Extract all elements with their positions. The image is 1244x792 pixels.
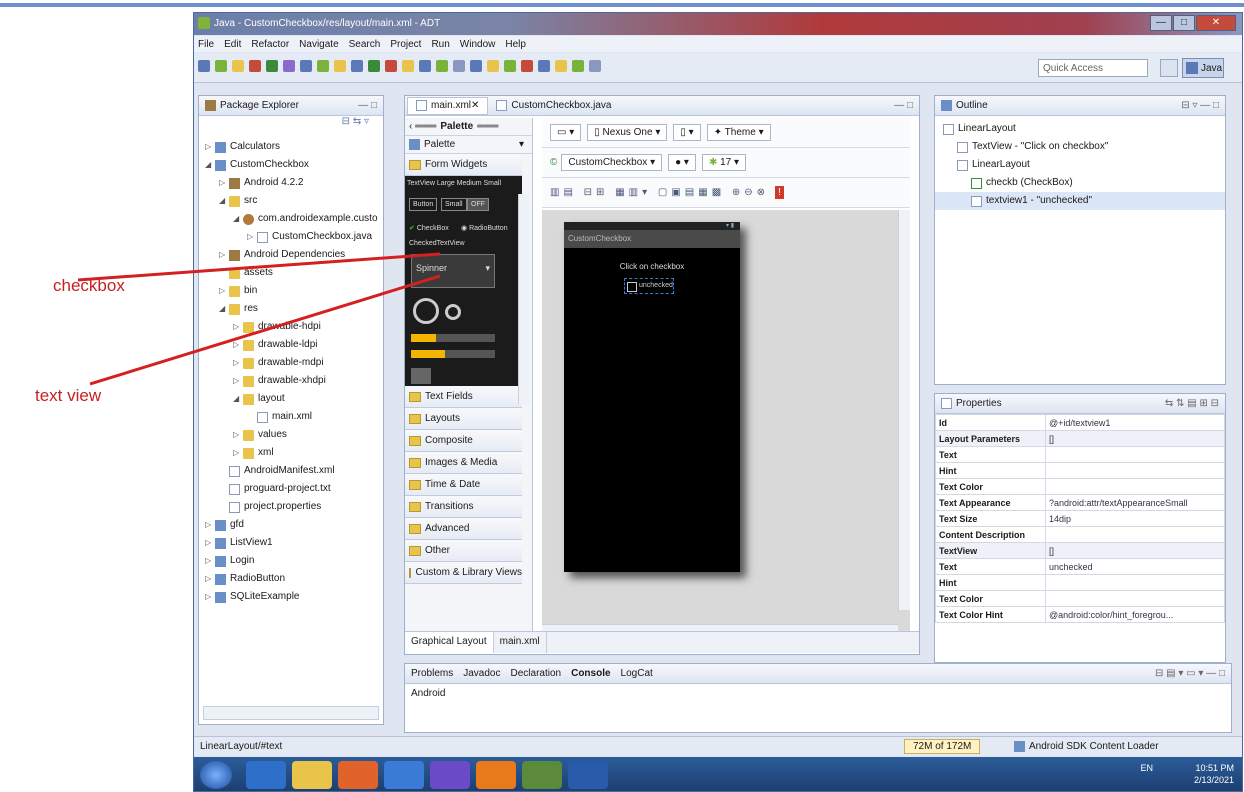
annotation-overlay	[77, 252, 441, 386]
checkbox-annotation: checkbox	[53, 276, 125, 295]
checkbox-arrow	[77, 252, 441, 282]
textview-annotation: text view	[35, 386, 102, 405]
textview-arrow	[89, 274, 441, 386]
